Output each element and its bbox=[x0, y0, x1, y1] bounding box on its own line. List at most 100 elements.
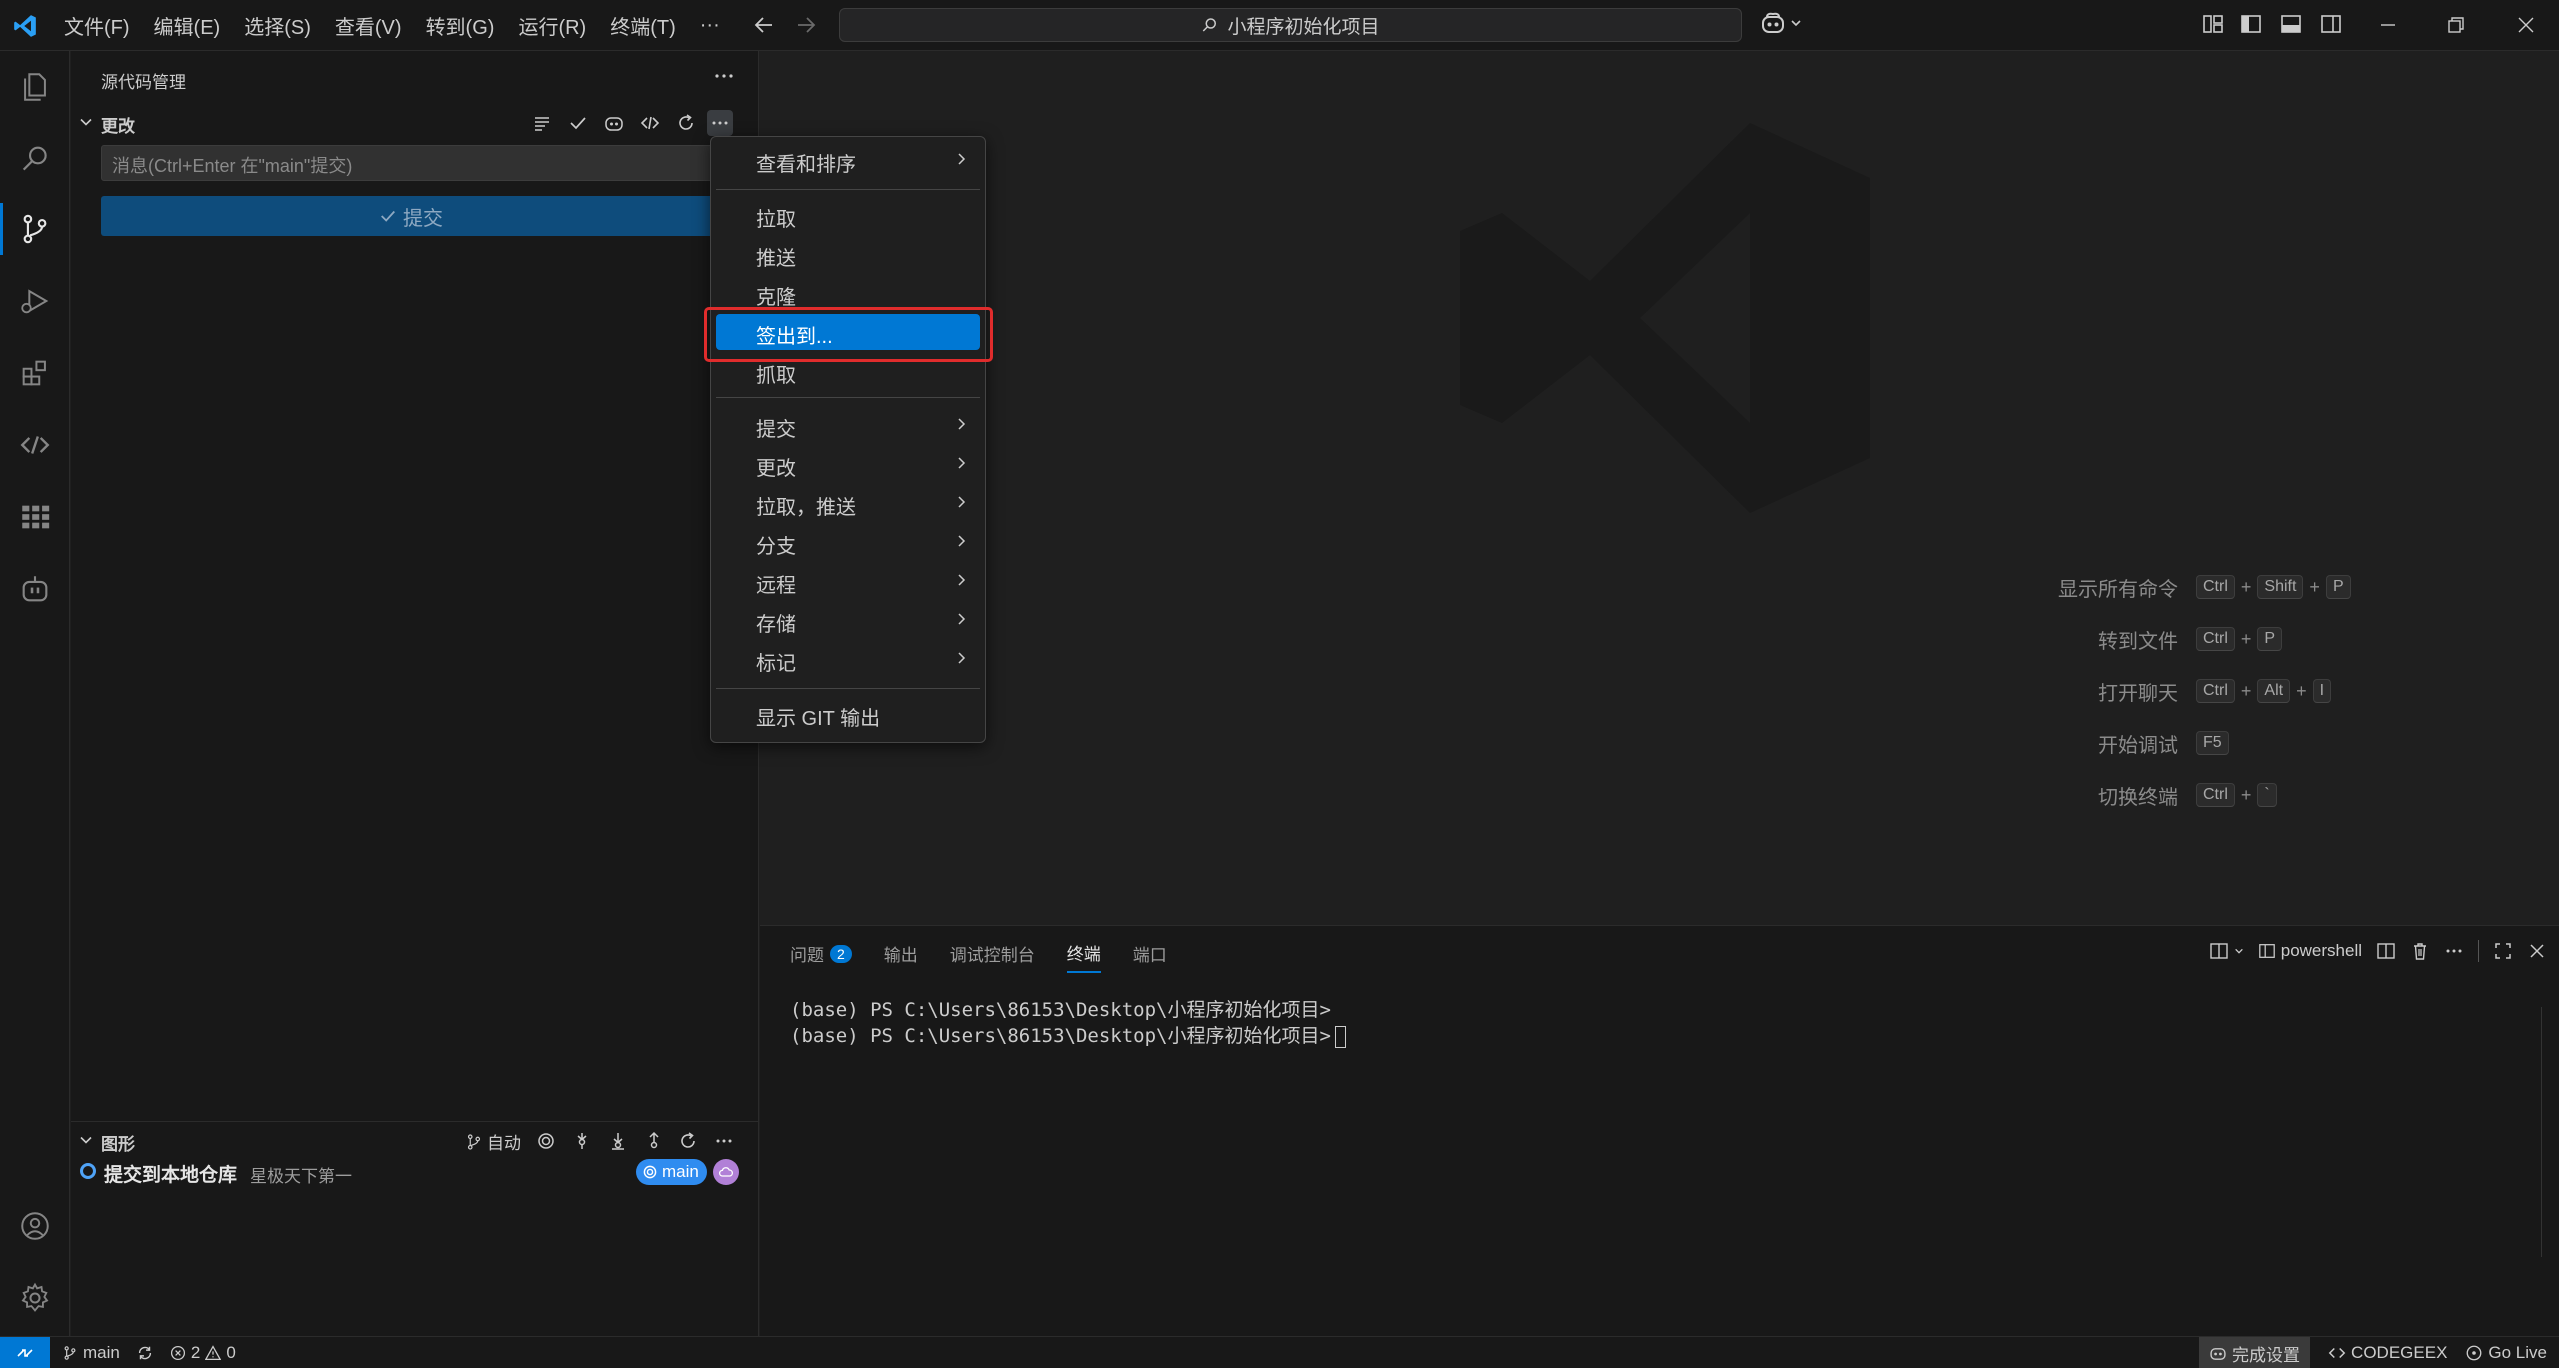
terminal-scrollbar[interactable] bbox=[2541, 1007, 2555, 1257]
tab-output[interactable]: 输出 bbox=[884, 940, 918, 973]
graph-section-header[interactable]: 图形 自动 bbox=[71, 1125, 759, 1155]
refresh-icon[interactable] bbox=[675, 1128, 701, 1154]
menu-edit[interactable]: 编辑(E) bbox=[144, 5, 231, 46]
codegeex-status[interactable]: CODEGEEX bbox=[2328, 1343, 2447, 1363]
minimize-icon[interactable] bbox=[2376, 13, 2400, 37]
problems-status[interactable]: 2 0 bbox=[170, 1343, 236, 1363]
menu-separator bbox=[716, 397, 980, 398]
account-icon[interactable] bbox=[15, 1206, 55, 1246]
tab-terminal[interactable]: 终端 bbox=[1066, 940, 1101, 973]
run-debug-icon[interactable] bbox=[15, 281, 55, 321]
terminal-line: (base) PS C:\Users\86153\Desktop\小程序初始化项… bbox=[790, 999, 1331, 1021]
more-actions-icon[interactable] bbox=[2444, 941, 2464, 961]
customize-layout-icon[interactable] bbox=[2202, 13, 2224, 35]
menu-terminal[interactable]: 终端(T) bbox=[600, 5, 686, 46]
changes-section-header[interactable]: 更改 bbox=[71, 107, 759, 137]
push-icon[interactable] bbox=[641, 1128, 667, 1154]
settings-gear-icon[interactable] bbox=[15, 1278, 55, 1318]
codegeex-commit-icon[interactable] bbox=[637, 110, 663, 136]
branch-status[interactable]: main bbox=[62, 1343, 120, 1363]
shortcut-show-all-commands: 显示所有命令 Ctrl + Shift + P bbox=[1990, 573, 2351, 601]
menu-file[interactable]: 文件(F) bbox=[54, 5, 140, 46]
menu-more[interactable]: ··· bbox=[690, 8, 730, 43]
more-actions-icon[interactable] bbox=[707, 110, 733, 136]
warning-icon bbox=[205, 1345, 222, 1361]
copilot-menu-button[interactable] bbox=[1760, 11, 1802, 35]
commit-button[interactable]: 提交 bbox=[101, 196, 721, 236]
menu-item-push[interactable]: 推送 bbox=[716, 236, 980, 272]
forward-arrow-icon[interactable] bbox=[794, 13, 818, 37]
terminal-line-current: (base) PS C:\Users\86153\Desktop\小程序初始化项… bbox=[790, 1023, 1346, 1049]
menu-run[interactable]: 运行(R) bbox=[508, 5, 596, 46]
terminal-cursor bbox=[1334, 1025, 1346, 1048]
sync-icon[interactable] bbox=[136, 1344, 154, 1362]
target-icon[interactable] bbox=[533, 1128, 559, 1154]
menu-item-stash[interactable]: 存储 bbox=[716, 602, 980, 638]
commit-check-icon[interactable] bbox=[565, 110, 591, 136]
key-backtick: ` bbox=[2257, 783, 2277, 807]
menu-item-label: 更改 bbox=[756, 458, 796, 480]
command-center-text: 小程序初始化项目 bbox=[1227, 16, 1380, 38]
menu-item-pull[interactable]: 拉取 bbox=[716, 197, 980, 233]
tab-problems[interactable]: 问题 2 bbox=[790, 940, 852, 973]
shortcut-open-chat: 打开聊天 Ctrl + Alt + I bbox=[1990, 677, 2332, 705]
codegeex-icon[interactable] bbox=[15, 425, 55, 465]
back-arrow-icon[interactable] bbox=[752, 13, 776, 37]
split-terminal-icon[interactable] bbox=[2376, 941, 2396, 961]
finish-setup-item[interactable]: 完成设置 bbox=[2199, 1337, 2311, 1368]
menu-selection[interactable]: 选择(S) bbox=[234, 5, 321, 46]
refresh-icon[interactable] bbox=[673, 110, 699, 136]
commit-message-input[interactable]: 消息(Ctrl+Enter 在"main"提交) bbox=[101, 145, 721, 181]
menu-item-view-and-sort[interactable]: 查看和排序 bbox=[716, 142, 980, 178]
extensions-icon[interactable] bbox=[15, 353, 55, 393]
new-terminal-split-button[interactable] bbox=[2209, 941, 2244, 961]
menu-item-tags[interactable]: 标记 bbox=[716, 641, 980, 677]
toggle-secondary-sidebar-icon[interactable] bbox=[2320, 13, 2342, 35]
close-panel-icon[interactable] bbox=[2527, 941, 2547, 961]
menu-item-show-git-output[interactable]: 显示 GIT 输出 bbox=[716, 696, 980, 732]
menu-item-clone[interactable]: 克隆 bbox=[716, 275, 980, 311]
shortcut-label: 开始调试 bbox=[2098, 734, 2178, 757]
menu-item-branch[interactable]: 分支 bbox=[716, 524, 980, 560]
tab-debug-console[interactable]: 调试控制台 bbox=[950, 940, 1035, 973]
chevron-down-icon bbox=[79, 115, 93, 129]
menu-item-changes[interactable]: 更改 bbox=[716, 446, 980, 482]
view-as-tree-icon[interactable] bbox=[529, 110, 555, 136]
search-icon[interactable] bbox=[15, 139, 55, 179]
scm-more-actions-menu: 查看和排序 拉取 推送 克隆 签出到... 抓取 提交 更改 拉取，推送 分支 … bbox=[710, 136, 986, 743]
search-icon bbox=[1201, 16, 1219, 34]
copilot-icon bbox=[2209, 1344, 2227, 1362]
title-bar: 文件(F) 编辑(E) 选择(S) 查看(V) 转到(G) 运行(R) 终端(T… bbox=[0, 0, 2559, 51]
remote-indicator[interactable] bbox=[0, 1337, 50, 1368]
maximize-panel-icon[interactable] bbox=[2493, 941, 2513, 961]
graph-commit-row[interactable]: 提交到本地仓库 星极天下第一 main bbox=[71, 1156, 759, 1188]
menu-item-commit[interactable]: 提交 bbox=[716, 407, 980, 443]
restore-icon[interactable] bbox=[2444, 13, 2468, 37]
trash-icon[interactable] bbox=[2410, 941, 2430, 961]
toggle-panel-icon[interactable] bbox=[2280, 13, 2302, 35]
copilot-commit-icon[interactable] bbox=[601, 110, 627, 136]
apps-grid-icon[interactable] bbox=[15, 497, 55, 537]
more-actions-icon[interactable] bbox=[711, 1128, 737, 1154]
menu-item-pull-push[interactable]: 拉取，推送 bbox=[716, 485, 980, 521]
shortcut-label: 转到文件 bbox=[2098, 630, 2178, 653]
menu-view[interactable]: 查看(V) bbox=[325, 5, 412, 46]
more-actions-icon[interactable] bbox=[713, 65, 735, 87]
graph-branch-selector[interactable]: 自动 bbox=[465, 1129, 521, 1154]
terminal-shell-selector[interactable]: powershell bbox=[2258, 941, 2362, 961]
menu-item-remote[interactable]: 远程 bbox=[716, 563, 980, 599]
fetch-icon[interactable] bbox=[569, 1128, 595, 1154]
tab-ports[interactable]: 端口 bbox=[1133, 940, 1167, 973]
close-window-icon[interactable] bbox=[2514, 13, 2538, 37]
terminal-shell-label: powershell bbox=[2280, 941, 2362, 960]
toggle-primary-sidebar-icon[interactable] bbox=[2240, 13, 2262, 35]
robot-icon[interactable] bbox=[15, 569, 55, 609]
go-live-status[interactable]: Go Live bbox=[2465, 1343, 2547, 1363]
terminal-output[interactable]: (base) PS C:\Users\86153\Desktop\小程序初始化项… bbox=[790, 997, 1346, 1049]
source-control-icon[interactable] bbox=[15, 209, 55, 249]
menu-go[interactable]: 转到(G) bbox=[416, 5, 505, 46]
pull-icon[interactable] bbox=[605, 1128, 631, 1154]
command-center-search[interactable]: 小程序初始化项目 bbox=[839, 8, 1742, 42]
explorer-icon[interactable] bbox=[15, 67, 55, 107]
shortcut-label: 显示所有命令 bbox=[2058, 578, 2178, 601]
